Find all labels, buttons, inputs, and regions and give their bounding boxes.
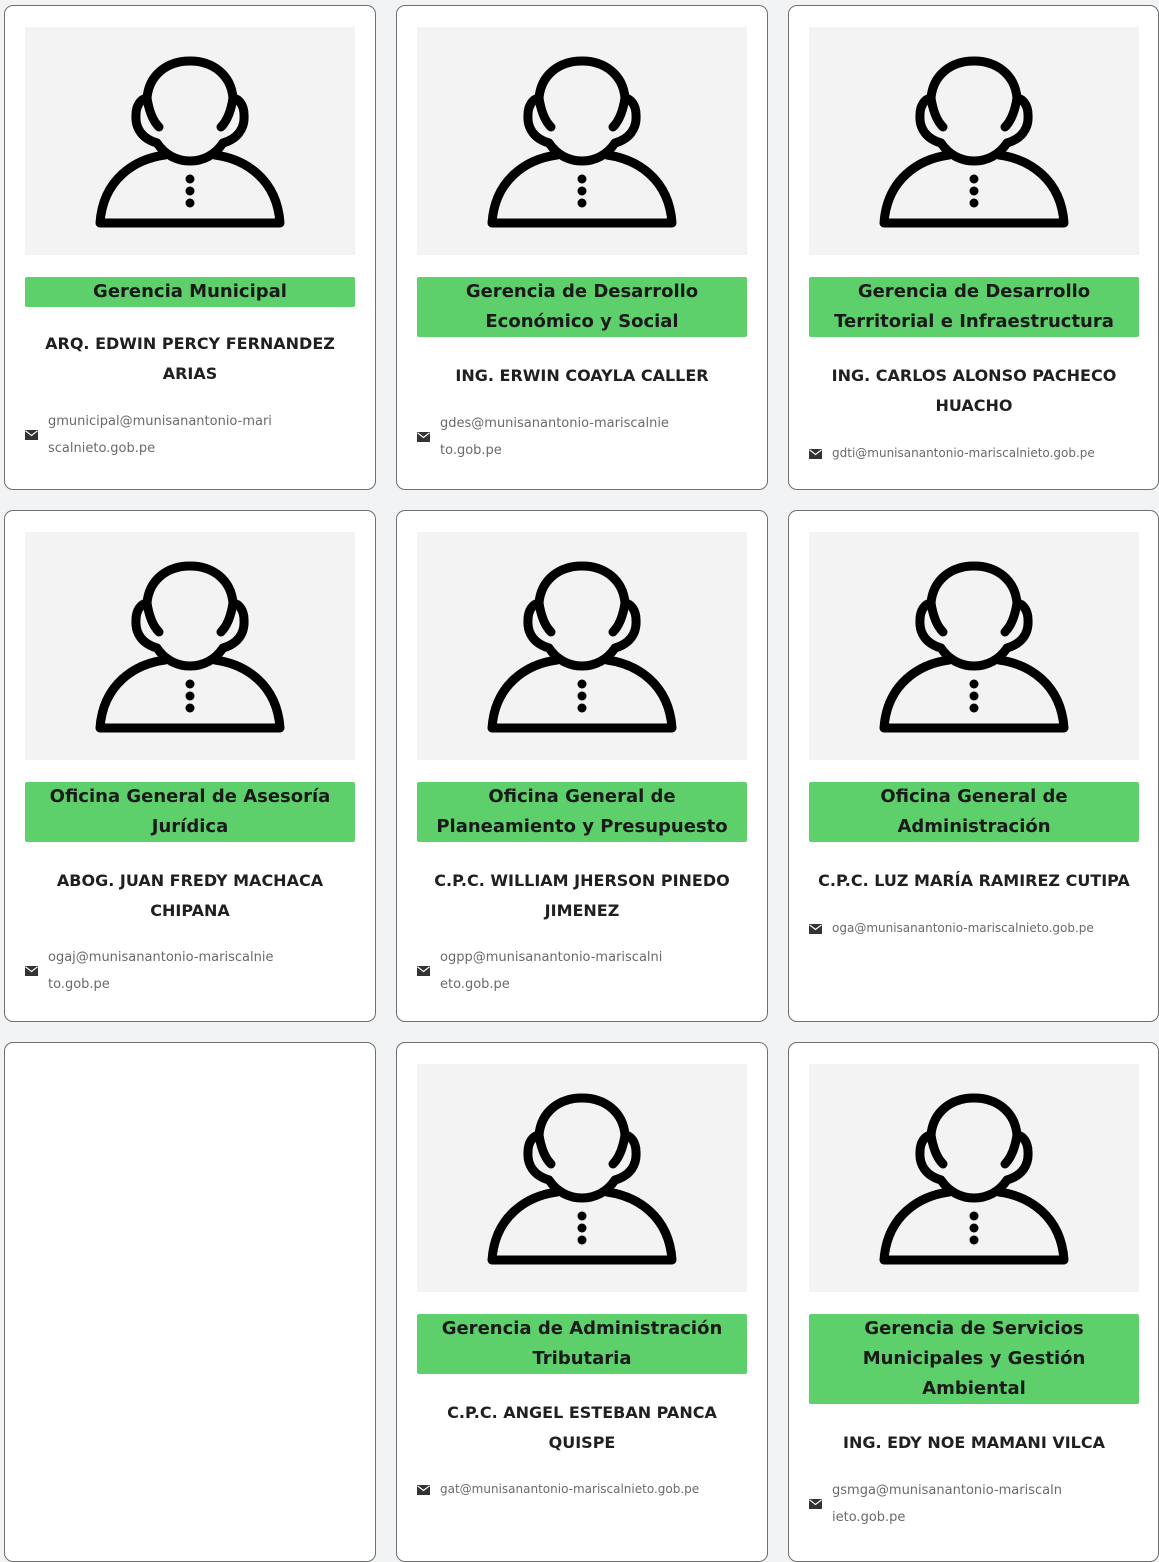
staff-card: Gerencia de Desarrollo Económico y Socia… — [396, 5, 768, 490]
email-row: gat@munisanantonio-mariscalnieto.gob.pe — [417, 1476, 747, 1503]
photo-placeholder — [25, 27, 355, 255]
email-link[interactable]: gsmga@munisanantonio-mariscalnieto.gob.p… — [832, 1477, 1062, 1531]
envelope-icon — [417, 1485, 430, 1495]
photo-placeholder — [809, 532, 1139, 760]
staff-card: Gerencia Municipal ARQ. EDWIN PERCY FERN… — [4, 5, 376, 490]
email-row: gdes@munisanantonio-mariscalnieto.gob.pe — [417, 410, 747, 464]
person-name: ARQ. EDWIN PERCY FERNANDEZ ARIAS — [45, 334, 335, 383]
email-row: gmunicipal@munisanantonio-mariscalnieto.… — [25, 408, 355, 462]
envelope-icon — [25, 430, 38, 440]
department-badge: Gerencia de Administración Tributaria — [417, 1314, 747, 1374]
email-row: oga@munisanantonio-mariscalnieto.gob.pe — [809, 915, 1139, 942]
envelope-icon — [809, 449, 822, 459]
department-badge: Gerencia de Desarrollo Territorial e Inf… — [809, 277, 1139, 337]
email-link[interactable]: gdti@munisanantonio-mariscalnieto.gob.pe — [832, 440, 1095, 467]
department-badge: Gerencia Municipal — [25, 277, 355, 307]
user-avatar-icon — [95, 560, 285, 736]
photo-placeholder — [417, 27, 747, 255]
department-badge: Oficina General de Asesoría Jurídica — [25, 782, 355, 842]
photo-placeholder — [809, 1064, 1139, 1292]
email-row: ogaj@munisanantonio-mariscalnieto.gob.pe — [25, 944, 355, 998]
department-badge: Oficina General de Administración — [809, 782, 1139, 842]
email-link[interactable]: gat@munisanantonio-mariscalnieto.gob.pe — [440, 1476, 699, 1503]
department-badge: Gerencia de Desarrollo Económico y Socia… — [417, 277, 747, 337]
person-name: ABOG. JUAN FREDY MACHACA CHIPANA — [56, 871, 324, 920]
user-avatar-icon — [487, 560, 677, 736]
email-link[interactable]: oga@munisanantonio-mariscalnieto.gob.pe — [832, 915, 1094, 942]
email-row: gsmga@munisanantonio-mariscalnieto.gob.p… — [809, 1477, 1139, 1531]
user-avatar-icon — [879, 560, 1069, 736]
person-name: ING. ERWIN COAYLA CALLER — [455, 366, 709, 385]
staff-card: Gerencia de Servicios Municipales y Gest… — [788, 1042, 1159, 1562]
staff-card: Oficina General de Administración C.P.C.… — [788, 510, 1159, 1022]
user-avatar-icon — [879, 55, 1069, 231]
person-name: C.P.C. WILLIAM JHERSON PINEDO JIMENEZ — [434, 871, 730, 920]
photo-placeholder — [417, 532, 747, 760]
user-avatar-icon — [95, 55, 285, 231]
department-badge: Oficina General de Planeamiento y Presup… — [417, 782, 747, 842]
email-row: ogpp@munisanantonio-mariscalnieto.gob.pe — [417, 944, 747, 998]
email-link[interactable]: gmunicipal@munisanantonio-mariscalnieto.… — [48, 408, 278, 462]
staff-card: Oficina General de Asesoría Jurídica ABO… — [4, 510, 376, 1022]
staff-card: Gerencia de Desarrollo Territorial e Inf… — [788, 5, 1159, 490]
photo-placeholder — [809, 27, 1139, 255]
email-row: gdti@munisanantonio-mariscalnieto.gob.pe — [809, 440, 1139, 467]
person-name: ING. CARLOS ALONSO PACHECO HUACHO — [831, 366, 1117, 415]
envelope-icon — [417, 966, 430, 976]
empty-card — [4, 1042, 376, 1562]
person-name: ING. EDY NOE MAMANI VILCA — [843, 1433, 1105, 1452]
staff-card: Oficina General de Planeamiento y Presup… — [396, 510, 768, 1022]
user-avatar-icon — [487, 1092, 677, 1268]
person-name: C.P.C. ANGEL ESTEBAN PANCA QUISPE — [447, 1403, 717, 1452]
email-link[interactable]: ogaj@munisanantonio-mariscalnieto.gob.pe — [48, 944, 278, 998]
user-avatar-icon — [879, 1092, 1069, 1268]
email-link[interactable]: gdes@munisanantonio-mariscalnieto.gob.pe — [440, 410, 670, 464]
person-name: C.P.C. LUZ MARÍA RAMIREZ CUTIPA — [818, 871, 1130, 890]
email-link[interactable]: ogpp@munisanantonio-mariscalnieto.gob.pe — [440, 944, 670, 998]
photo-placeholder — [417, 1064, 747, 1292]
photo-placeholder — [25, 532, 355, 760]
envelope-icon — [809, 1499, 822, 1509]
envelope-icon — [417, 432, 430, 442]
staff-card: Gerencia de Administración Tributaria C.… — [396, 1042, 768, 1562]
user-avatar-icon — [487, 55, 677, 231]
envelope-icon — [809, 924, 822, 934]
envelope-icon — [25, 966, 38, 976]
department-badge: Gerencia de Servicios Municipales y Gest… — [809, 1314, 1139, 1404]
